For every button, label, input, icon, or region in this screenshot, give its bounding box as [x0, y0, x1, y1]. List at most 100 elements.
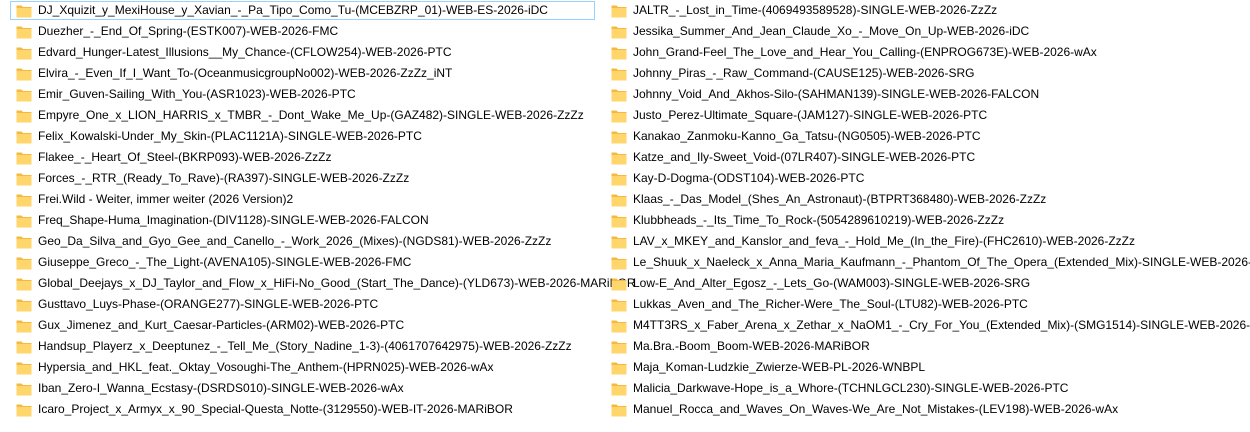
folder-item[interactable]: Flakee_-_Heart_Of_Steel-(BKRP093)-WEB-20… [10, 148, 595, 167]
folder-name: Duezher_-_End_Of_Spring-(ESTK007)-WEB-20… [38, 24, 339, 38]
folder-item[interactable]: Le_Shuuk_x_Naeleck_x_Anna_Maria_Kaufmann… [605, 253, 1250, 272]
folder-name: Forces_-_RTR_(Ready_To_Rave)-(RA397)-SIN… [38, 171, 410, 185]
folder-item[interactable]: Kay-D-Dogma-(ODST104)-WEB-2026-PTC [605, 169, 1190, 188]
folder-item[interactable]: Iban_Zero-I_Wanna_Ecstasy-(DSRDS010)-SIN… [10, 379, 595, 398]
folder-name: Maja_Koman-Ludzkie_Zwierze-WEB-PL-2026-W… [633, 360, 926, 374]
folder-name: LAV_x_MKEY_and_Kanslor_and_feva_-_Hold_M… [633, 234, 1136, 248]
folder-item[interactable]: Manuel_Rocca_and_Waves_On_Waves-We_Are_N… [605, 400, 1190, 419]
folder-icon [611, 25, 627, 39]
folder-name: Johnny_Piras_-_Raw_Command-(CAUSE125)-WE… [633, 66, 975, 80]
folder-icon [16, 67, 32, 81]
folder-item[interactable]: Katze_and_Ily-Sweet_Void-(07LR407)-SINGL… [605, 148, 1190, 167]
folder-item[interactable]: Maja_Koman-Ludzkie_Zwierze-WEB-PL-2026-W… [605, 358, 1190, 377]
folder-name: John_Grand-Feel_The_Love_and_Hear_You_Ca… [633, 45, 1097, 59]
folder-item[interactable]: Empyre_One_x_LION_HARRIS_x_TMBR_-_Dont_W… [10, 106, 595, 125]
folder-name: Felix_Kowalski-Under_My_Skin-(PLAC1121A)… [38, 129, 422, 143]
folder-item[interactable]: Elvira_-_Even_If_I_Want_To-(Oceanmusicgr… [10, 64, 595, 83]
folder-item[interactable]: Gux_Jimenez_and_Kurt_Caesar-Particles-(A… [10, 316, 595, 335]
folder-name: Emir_Guven-Sailing_With_You-(ASR1023)-WE… [38, 87, 356, 101]
folder-name: DJ_Xquizit_y_MexiHouse_y_Xavian_-_Pa_Tip… [38, 3, 548, 17]
folder-name: Global_Deejays_x_DJ_Taylor_and_Flow_x_Hi… [38, 276, 636, 290]
folder-item[interactable]: Global_Deejays_x_DJ_Taylor_and_Flow_x_Hi… [10, 274, 636, 293]
folder-item[interactable]: Emir_Guven-Sailing_With_You-(ASR1023)-WE… [10, 85, 595, 104]
folder-icon [16, 151, 32, 165]
folder-item[interactable]: Johnny_Void_And_Akhos-Silo-(SAHMAN139)-S… [605, 85, 1190, 104]
folder-item[interactable]: Handsup_Playerz_x_Deeptunez_-_Tell_Me_(S… [10, 337, 595, 356]
folder-icon [611, 361, 627, 375]
folder-item[interactable]: JALTR_-_Lost_in_Time-(4069493589528)-SIN… [605, 1, 1190, 20]
folder-icon [611, 46, 627, 60]
folder-item[interactable]: Ma.Bra.-Boom_Boom-WEB-2026-MARiBOR [605, 337, 1190, 356]
folder-icon [611, 172, 627, 186]
folder-item[interactable]: Geo_Da_Silva_and_Gyo_Gee_and_Canello_-_W… [10, 232, 595, 251]
folder-icon [611, 319, 627, 333]
folder-icon [611, 67, 627, 81]
folder-name: Kanakao_Zanmoku-Kanno_Ga_Tatsu-(NG0505)-… [633, 129, 981, 143]
folder-item[interactable]: Jessika_Summer_And_Jean_Claude_Xo_-_Move… [605, 22, 1190, 41]
folder-item[interactable]: Icaro_Project_x_Armyx_x_90_Special-Quest… [10, 400, 595, 419]
folder-name: Hypersia_and_HKL_feat._Oktay_Vosoughi-Th… [38, 360, 494, 374]
folder-icon [16, 382, 32, 396]
folder-icon [611, 214, 627, 228]
folder-item[interactable]: DJ_Xquizit_y_MexiHouse_y_Xavian_-_Pa_Tip… [10, 1, 595, 20]
folder-icon [16, 46, 32, 60]
folder-item[interactable]: LAV_x_MKEY_and_Kanslor_and_feva_-_Hold_M… [605, 232, 1190, 251]
folder-name: Gusttavo_Luys-Phase-(ORANGE277)-SINGLE-W… [38, 297, 379, 311]
folder-item[interactable]: John_Grand-Feel_The_Love_and_Hear_You_Ca… [605, 43, 1190, 62]
folder-icon [16, 130, 32, 144]
folder-item[interactable]: Freq_Shape-Huma_Imagination-(DIV1128)-SI… [10, 211, 595, 230]
folder-item[interactable]: Hypersia_and_HKL_feat._Oktay_Vosoughi-Th… [10, 358, 595, 377]
folder-name: Lukkas_Aven_and_The_Richer-Were_The_Soul… [633, 297, 1028, 311]
folder-item[interactable]: Frei.Wild - Weiter, immer weiter (2026 V… [10, 190, 595, 209]
folder-icon [16, 25, 32, 39]
folder-name: Katze_and_Ily-Sweet_Void-(07LR407)-SINGL… [633, 150, 976, 164]
folder-name: Gux_Jimenez_and_Kurt_Caesar-Particles-(A… [38, 318, 405, 332]
folder-name: Jessika_Summer_And_Jean_Claude_Xo_-_Move… [633, 24, 1030, 38]
folder-icon [611, 130, 627, 144]
folder-item[interactable]: Giuseppe_Greco_-_The_Light-(AVENA105)-SI… [10, 253, 595, 272]
folder-name: Elvira_-_Even_If_I_Want_To-(Oceanmusicgr… [38, 66, 453, 80]
folder-icon [611, 340, 627, 354]
folder-icon [16, 235, 32, 249]
folder-icon [16, 298, 32, 312]
folder-item[interactable]: Forces_-_RTR_(Ready_To_Rave)-(RA397)-SIN… [10, 169, 595, 188]
folder-item[interactable]: Johnny_Piras_-_Raw_Command-(CAUSE125)-WE… [605, 64, 1190, 83]
folder-name: Kay-D-Dogma-(ODST104)-WEB-2026-PTC [633, 171, 865, 185]
folder-item[interactable]: Low-E_And_Alter_Egosz_-_Lets_Go-(WAM003)… [605, 274, 1190, 293]
folder-icon [16, 277, 32, 291]
folder-item[interactable]: Duezher_-_End_Of_Spring-(ESTK007)-WEB-20… [10, 22, 595, 41]
folder-item[interactable]: Klubbheads_-_Its_Time_To_Rock-(505428961… [605, 211, 1190, 230]
folder-icon [611, 298, 627, 312]
folder-name: Iban_Zero-I_Wanna_Ecstasy-(DSRDS010)-SIN… [38, 381, 404, 395]
folder-item[interactable]: Felix_Kowalski-Under_My_Skin-(PLAC1121A)… [10, 127, 595, 146]
folder-item[interactable]: Klaas_-_Das_Model_(Shes_An_Astronaut)-(B… [605, 190, 1190, 209]
folder-name: Klaas_-_Das_Model_(Shes_An_Astronaut)-(B… [633, 192, 1047, 206]
file-list: DJ_Xquizit_y_MexiHouse_y_Xavian_-_Pa_Tip… [0, 1, 1250, 432]
folder-name: Frei.Wild - Weiter, immer weiter (2026 V… [38, 192, 294, 206]
folder-name: Ma.Bra.-Boom_Boom-WEB-2026-MARiBOR [633, 339, 870, 353]
folder-item[interactable]: Edvard_Hunger-Latest_Illusions__My_Chanc… [10, 43, 595, 62]
folder-icon [16, 4, 32, 18]
folder-name: Le_Shuuk_x_Naeleck_x_Anna_Maria_Kaufmann… [633, 255, 1250, 269]
folder-name: Flakee_-_Heart_Of_Steel-(BKRP093)-WEB-20… [38, 150, 332, 164]
folder-icon [16, 193, 32, 207]
folder-item[interactable]: Gusttavo_Luys-Phase-(ORANGE277)-SINGLE-W… [10, 295, 595, 314]
folder-item[interactable]: Malicia_Darkwave-Hope_is_a_Whore-(TCHNLG… [605, 379, 1190, 398]
folder-name: Icaro_Project_x_Armyx_x_90_Special-Quest… [38, 402, 513, 416]
folder-item[interactable]: Justo_Perez-Ultimate_Square-(JAM127)-SIN… [605, 106, 1190, 125]
folder-icon [611, 151, 627, 165]
folder-icon [611, 256, 627, 270]
folder-item[interactable]: M4TT3RS_x_Faber_Arena_x_Zethar_x_NaOM1_-… [605, 316, 1250, 335]
folder-name: JALTR_-_Lost_in_Time-(4069493589528)-SIN… [633, 3, 998, 17]
folder-icon [611, 382, 627, 396]
folder-name: Empyre_One_x_LION_HARRIS_x_TMBR_-_Dont_W… [38, 108, 584, 122]
folder-name: Klubbheads_-_Its_Time_To_Rock-(505428961… [633, 213, 1005, 227]
folder-icon [611, 4, 627, 18]
folder-icon [16, 256, 32, 270]
folder-name: Johnny_Void_And_Akhos-Silo-(SAHMAN139)-S… [633, 87, 1040, 101]
folder-name: Giuseppe_Greco_-_The_Light-(AVENA105)-SI… [38, 255, 412, 269]
folder-item[interactable]: Kanakao_Zanmoku-Kanno_Ga_Tatsu-(NG0505)-… [605, 127, 1190, 146]
folder-icon [16, 214, 32, 228]
folder-name: Freq_Shape-Huma_Imagination-(DIV1128)-SI… [38, 213, 429, 227]
folder-item[interactable]: Lukkas_Aven_and_The_Richer-Were_The_Soul… [605, 295, 1190, 314]
